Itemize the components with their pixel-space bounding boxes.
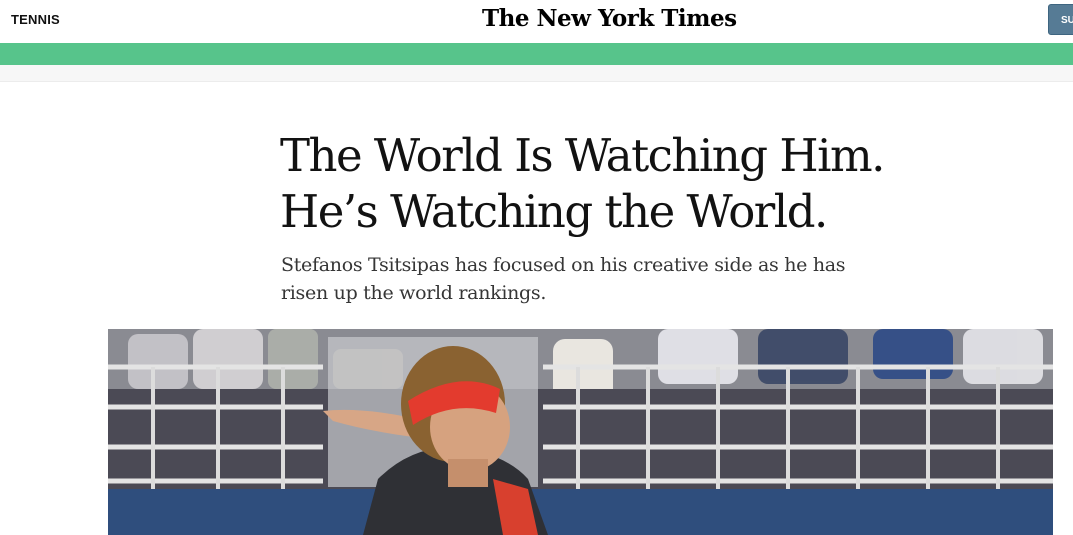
headline-line-2: He’s Watching the World. xyxy=(280,185,828,238)
subscribe-button[interactable]: SUBSCRIBE xyxy=(1048,4,1073,35)
article-headline: The World Is Watching Him. He’s Watching… xyxy=(280,128,980,240)
accent-bar xyxy=(0,43,1073,65)
article-summary: Stefanos Tsitsipas has focused on his cr… xyxy=(281,254,846,304)
header-divider xyxy=(0,65,1073,82)
lead-photo xyxy=(108,329,1053,535)
headline-line-1: The World Is Watching Him. xyxy=(280,129,885,182)
nyt-logo[interactable]: The New York Times xyxy=(482,5,737,32)
section-label[interactable]: TENNIS xyxy=(11,12,60,27)
